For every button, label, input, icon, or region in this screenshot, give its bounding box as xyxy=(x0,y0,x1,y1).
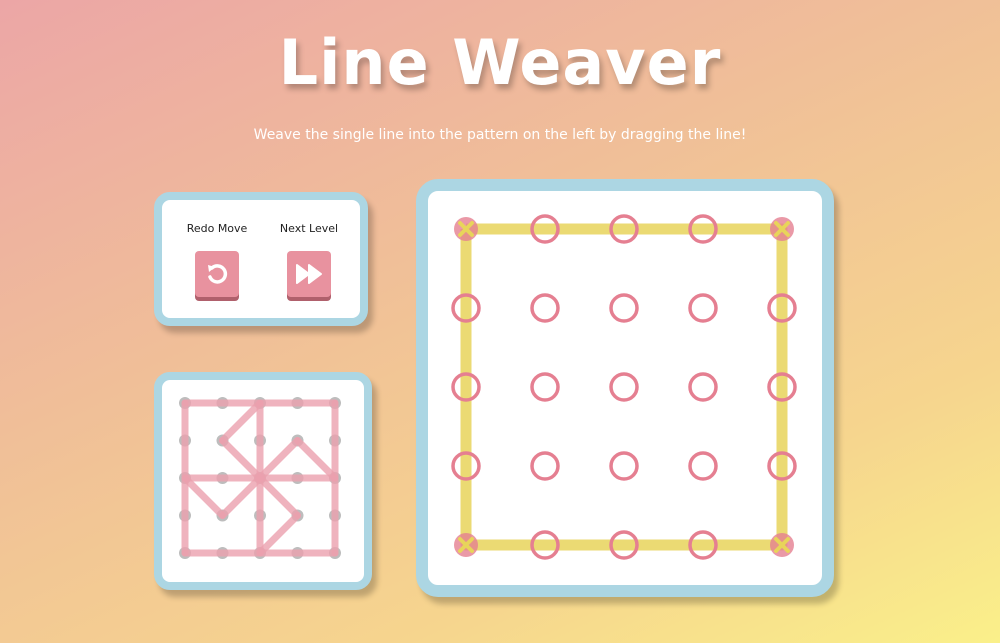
next-label: Next Level xyxy=(279,222,339,235)
pattern-segment xyxy=(256,474,301,519)
pattern-segment xyxy=(219,399,264,444)
game-title: Line Weaver xyxy=(278,26,722,99)
grid-node[interactable] xyxy=(530,293,560,323)
grid-node[interactable] xyxy=(530,451,560,481)
fast-forward-icon xyxy=(296,264,322,284)
pattern-segment xyxy=(294,437,339,482)
redo-group: Redo Move xyxy=(172,222,262,297)
redo-label: Redo Move xyxy=(186,222,248,235)
pattern-segment xyxy=(219,474,264,519)
redo-icon xyxy=(208,264,228,284)
grid-node[interactable] xyxy=(688,293,718,323)
pattern-canvas xyxy=(179,397,341,559)
board-canvas xyxy=(451,214,797,560)
next-group: Next Level xyxy=(264,222,354,297)
next-level-button[interactable] xyxy=(287,251,331,297)
grid-node[interactable] xyxy=(688,372,718,402)
instructions: Weave the single line into the pattern o… xyxy=(253,127,747,143)
grid-node[interactable] xyxy=(530,372,560,402)
player-line[interactable] xyxy=(460,223,788,551)
game-board xyxy=(416,179,834,597)
grid-node[interactable] xyxy=(609,451,639,481)
pattern-segment xyxy=(256,512,301,557)
pattern-segment xyxy=(219,437,264,482)
redo-move-button[interactable] xyxy=(195,251,239,297)
target-pattern-preview xyxy=(154,372,372,590)
pattern-segment xyxy=(181,474,226,519)
grid-node[interactable] xyxy=(609,293,639,323)
grid-node[interactable] xyxy=(688,451,718,481)
pattern-segment xyxy=(256,437,301,482)
controls-panel: Redo Move Next Level xyxy=(154,192,368,326)
grid-node[interactable] xyxy=(609,372,639,402)
